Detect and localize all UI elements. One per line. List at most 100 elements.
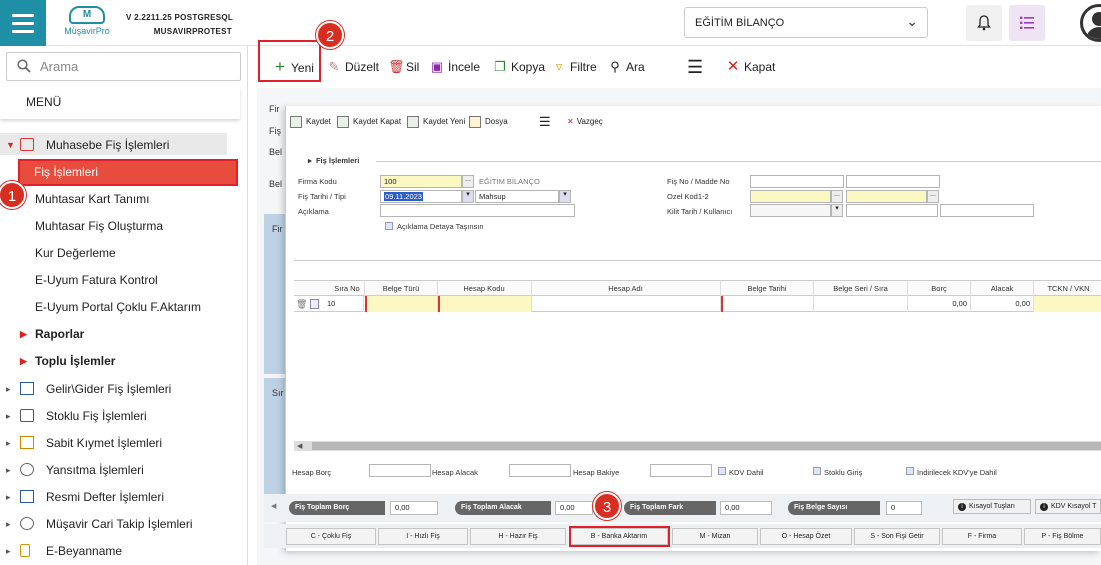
kaydet-yeni-button[interactable]: Kaydet Yeni — [407, 116, 465, 128]
row-detail-icon[interactable] — [310, 299, 319, 309]
filtre-button[interactable]: ▿ Filtre — [552, 59, 597, 75]
book-icon — [20, 490, 34, 503]
scroll-left-icon[interactable]: ◀ — [271, 502, 276, 510]
belge-seri-cell[interactable] — [814, 296, 908, 312]
kopya-button[interactable]: ❐ Kopya — [493, 59, 545, 75]
belge-tarihi-cell[interactable] — [721, 296, 814, 312]
task-list-icon[interactable] — [1009, 5, 1045, 41]
info-icon: i — [958, 503, 966, 511]
bg-label: Bel — [269, 179, 283, 189]
column-header[interactable]: Alacak — [972, 284, 1032, 293]
firma-kodu-input[interactable]: 100 — [380, 175, 462, 188]
aciklama-detay-label: Açıklama Detaya Taşınsın — [397, 222, 484, 231]
trash-icon: 🗑 — [388, 59, 405, 74]
kilit-tarih-dropdown-button[interactable]: ▾ — [831, 204, 843, 217]
fis-tipi-dropdown-button[interactable]: ▾ — [559, 190, 571, 203]
kaydet-kapat-button[interactable]: Kaydet Kapat — [337, 116, 401, 128]
caret-right-icon: ▸ — [6, 465, 11, 475]
search-input[interactable]: Arama — [6, 52, 241, 81]
stoklu-giris-checkbox[interactable] — [813, 467, 821, 475]
column-header[interactable]: Belge Tarihi — [722, 284, 812, 293]
bg-panel-label: Sır — [272, 388, 284, 398]
bg-label: Bel — [269, 147, 283, 157]
tab-hizli-fis[interactable]: I - Hızlı Fiş — [378, 528, 468, 545]
indirilecek-kdv-checkbox[interactable] — [906, 467, 914, 475]
close-icon: ✕ — [567, 117, 574, 126]
kdv-dahil-checkbox[interactable] — [718, 467, 726, 475]
save-new-icon — [407, 116, 419, 128]
tab-fis-bolme[interactable]: P - Fiş Bölme — [1024, 528, 1101, 545]
kisayol-tuslari-button[interactable]: i Kısayol Tuşları — [953, 499, 1031, 514]
firma-lookup-button[interactable]: ... — [462, 175, 474, 188]
hesap-kodu-cell[interactable] — [438, 296, 532, 312]
step-badge-2: 2 — [316, 21, 344, 49]
column-header[interactable]: Belge Türü — [366, 284, 436, 293]
phone-document-icon — [20, 544, 30, 557]
copy-icon: ❐ — [494, 59, 506, 74]
top-bar: M MüşavirPro V 2.2211.25 POSTGRESQL MUSA… — [0, 0, 1101, 46]
dosya-button[interactable]: Dosya — [469, 116, 508, 128]
hesap-bakiye-field — [650, 464, 712, 477]
tab-son-fisi-getir[interactable]: S - Son Fişi Getir — [854, 528, 940, 545]
kilit-kullanici-input[interactable] — [846, 204, 938, 217]
kilit-extra-input[interactable] — [940, 204, 1034, 217]
column-header[interactable]: Hesap Adı — [533, 284, 718, 293]
scrollbar-thumb[interactable] — [312, 442, 1101, 450]
kapat-button[interactable]: ✕ Kapat — [726, 59, 776, 75]
step-badge-3: 3 — [593, 492, 621, 520]
ozel-kod2-input[interactable] — [846, 190, 927, 203]
alacak-cell[interactable]: 0,00 — [971, 296, 1034, 312]
delete-row-icon[interactable]: 🗑 — [296, 299, 307, 310]
hesap-adi-cell[interactable] — [532, 296, 721, 312]
tab-coklu-fis[interactable]: C - Çoklu Fiş — [286, 528, 376, 545]
bg-panel — [264, 214, 285, 374]
column-header[interactable]: Belge Seri / Sıra — [815, 284, 906, 293]
tckn-cell[interactable] — [1034, 296, 1101, 312]
search-icon: ⚲ — [610, 59, 620, 74]
kdv-kisayol-button[interactable]: i KDV Kısayol T — [1035, 499, 1101, 514]
duzelt-button[interactable]: ✎ Düzelt — [327, 59, 379, 75]
fis-no-input[interactable] — [750, 175, 844, 188]
scroll-left-icon[interactable]: ◀ — [297, 442, 302, 450]
aciklama-detay-checkbox[interactable] — [385, 222, 393, 230]
horizontal-scrollbar[interactable]: ◀ — [294, 441, 1101, 451]
more-menu-icon[interactable]: ☰ — [539, 115, 551, 128]
sira-no-cell[interactable]: 10 — [324, 296, 364, 312]
ozel-kod2-lookup-button[interactable]: ... — [927, 190, 939, 203]
table-row[interactable]: 🗑 10 0,00 0,00 — [294, 296, 1101, 312]
vazgec-button[interactable]: ✕ Vazgeç — [567, 116, 603, 128]
date-dropdown-button[interactable]: ▾ — [462, 190, 474, 203]
column-header[interactable]: Sıra No — [332, 284, 362, 293]
kaydet-button[interactable]: Kaydet — [290, 116, 331, 128]
fis-tipi-select[interactable]: Mahsup — [475, 190, 559, 203]
database-select[interactable]: EĞİTİM BİLANÇO ⌄ — [684, 7, 928, 38]
bell-icon[interactable] — [966, 5, 1002, 41]
column-header[interactable]: Hesap Kodu — [439, 284, 529, 293]
fis-tarihi-input[interactable]: 09.11.2023 — [380, 190, 462, 203]
column-header[interactable]: TCKN / VKN — [1035, 284, 1101, 293]
caret-right-icon: ▶ — [20, 329, 27, 339]
ara-button[interactable]: ⚲ Ara — [608, 59, 644, 75]
aciklama-label: Açıklama — [298, 207, 329, 216]
ozel-kod1-lookup-button[interactable]: ... — [831, 190, 843, 203]
borc-cell[interactable]: 0,00 — [908, 296, 971, 312]
sil-button[interactable]: 🗑Sil — [388, 59, 419, 75]
tab-hesap-ozet[interactable]: O - Hesap Özet — [760, 528, 852, 545]
edit-icon: ✎ — [328, 59, 340, 74]
box-search-icon — [20, 409, 34, 422]
fis-islemleri-dialog: Kaydet Kaydet Kapat Kaydet Yeni Dosya ☰ … — [285, 106, 1101, 551]
column-header[interactable]: Borç — [909, 284, 969, 293]
aciklama-input[interactable] — [380, 204, 575, 217]
hamburger-menu-icon[interactable] — [0, 0, 46, 46]
ozel-kod1-input[interactable] — [750, 190, 831, 203]
incele-button[interactable]: ▣ İncele — [430, 59, 480, 75]
madde-no-input[interactable] — [846, 175, 940, 188]
sidebar-group-muhasebe[interactable]: ▼ Muhasebe Fiş İşlemleri — [0, 133, 227, 155]
tab-firma[interactable]: F - Firma — [942, 528, 1022, 545]
user-avatar-icon[interactable] — [1080, 4, 1101, 42]
more-menu-icon[interactable]: ☰ — [687, 58, 703, 76]
tab-mizan[interactable]: M - Mizan — [672, 528, 758, 545]
kilit-tarih-input[interactable] — [750, 204, 831, 217]
belge-turu-cell[interactable] — [365, 296, 438, 312]
tab-hazir-fis[interactable]: H - Hazır Fiş — [470, 528, 566, 545]
